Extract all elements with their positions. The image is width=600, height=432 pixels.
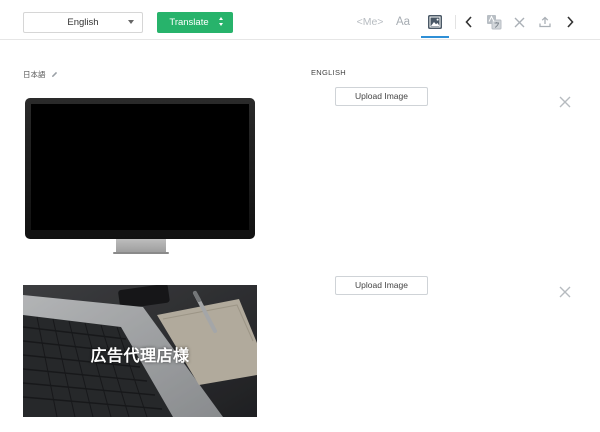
translate-button[interactable]: Translate bbox=[157, 12, 233, 33]
target-language-label: ENGLISH bbox=[311, 68, 347, 77]
next-button[interactable] bbox=[563, 12, 577, 32]
me-tag-button[interactable]: <Me> bbox=[350, 12, 390, 32]
translate-button-label: Translate bbox=[169, 17, 209, 28]
close-icon bbox=[559, 96, 571, 108]
upload-image-button[interactable]: Upload Image bbox=[335, 87, 428, 106]
upload-image-button[interactable]: Upload Image bbox=[335, 276, 428, 295]
language-select[interactable]: English bbox=[23, 12, 143, 33]
source-image-photo: 広告代理店様 bbox=[23, 285, 257, 417]
close-icon bbox=[559, 286, 571, 298]
image-icon bbox=[428, 15, 442, 29]
previous-button[interactable] bbox=[462, 12, 476, 32]
active-indicator bbox=[421, 36, 449, 38]
toolbar: English Translate <Me> Aa bbox=[0, 0, 600, 40]
source-image-monitor bbox=[25, 98, 255, 255]
translate-icon bbox=[487, 15, 502, 30]
monitor-bezel bbox=[25, 98, 255, 239]
chevron-right-icon bbox=[567, 16, 574, 28]
machine-translate-button[interactable] bbox=[485, 12, 503, 32]
image-mode-button[interactable] bbox=[421, 10, 449, 38]
remove-row-button[interactable] bbox=[559, 285, 573, 299]
image-caption: 広告代理店様 bbox=[90, 346, 190, 365]
remove-row-button[interactable] bbox=[559, 95, 573, 109]
close-icon bbox=[514, 17, 524, 27]
chevron-left-icon bbox=[465, 16, 472, 28]
monitor-stand bbox=[116, 239, 166, 253]
up-down-icon bbox=[219, 16, 225, 28]
pencil-icon[interactable] bbox=[51, 71, 58, 78]
language-select-value: English bbox=[67, 17, 99, 28]
monitor-screen bbox=[31, 104, 249, 230]
upload-button[interactable] bbox=[537, 12, 553, 32]
chevron-down-icon bbox=[128, 20, 134, 24]
font-format-button[interactable]: Aa bbox=[392, 12, 414, 32]
clear-button[interactable] bbox=[511, 12, 527, 32]
toolbar-divider bbox=[455, 15, 456, 29]
upload-icon bbox=[539, 16, 551, 28]
source-language-text: 日本語 bbox=[23, 70, 46, 79]
source-language-label: 日本語 bbox=[23, 69, 58, 80]
monitor-foot bbox=[113, 252, 169, 254]
